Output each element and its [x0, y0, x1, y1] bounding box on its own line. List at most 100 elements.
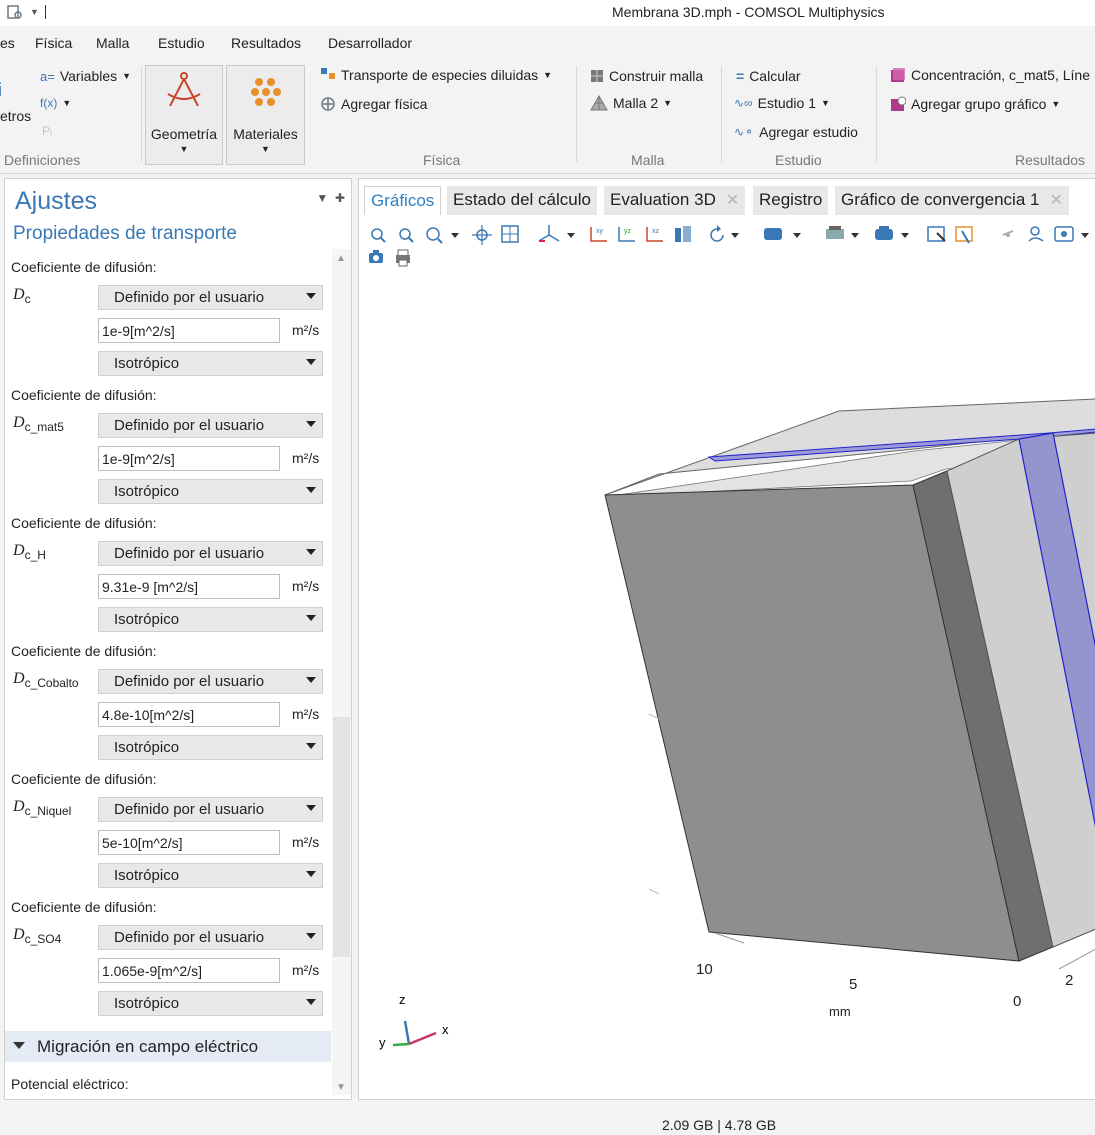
diffusion-value-input[interactable]: 1e-9[m^2/s] — [98, 446, 280, 471]
add-study-button[interactable]: ∿⚬ Agregar estudio — [734, 124, 858, 140]
scene-light-icon[interactable] — [826, 226, 859, 239]
diffusion-mode-select[interactable]: Definido por el usuario — [98, 285, 323, 310]
concentration-plot-button[interactable]: Concentración, c_mat5, Líne — [890, 67, 1090, 83]
parameters-button[interactable]: etros — [0, 108, 31, 124]
functions-button[interactable]: f(x) ▼ — [40, 96, 71, 110]
hide-icon[interactable] — [1002, 230, 1014, 237]
mesh-icon — [590, 95, 608, 111]
select-deselect-icon[interactable] — [955, 226, 973, 244]
menu-item-fisica[interactable]: Física — [35, 30, 72, 56]
materials-button[interactable]: Materiales ▼ — [226, 65, 305, 165]
zoom-box-icon[interactable] — [426, 227, 459, 244]
menu-bar: es Física Malla Estudio Resultados Desar… — [0, 30, 1095, 58]
x-axis — [408, 1031, 437, 1046]
y-label: y — [379, 1035, 386, 1050]
close-icon[interactable]: ✕ — [726, 192, 739, 209]
print-icon[interactable] — [396, 249, 410, 267]
reset-view-icon[interactable] — [710, 225, 739, 242]
chevron-down-icon: ▼ — [261, 144, 270, 154]
go-to-view-icon[interactable] — [764, 228, 801, 240]
show-hide-icon[interactable] — [1028, 226, 1044, 242]
scrollbar-thumb[interactable] — [333, 717, 350, 957]
study-1-button[interactable]: ∿∞ Estudio 1 ▼ — [734, 95, 830, 111]
view-yz-icon[interactable]: yz — [618, 227, 635, 242]
menu-item-resultados[interactable]: Resultados — [231, 30, 301, 56]
view-zx-icon[interactable]: xz — [646, 227, 663, 242]
view-xy-icon[interactable]: xy — [590, 227, 607, 242]
anisotropy-select[interactable]: Isotrópico — [98, 863, 323, 888]
diffusion-value-input[interactable]: 9.31e-9 [m^2/s] — [98, 574, 280, 599]
tab-graficos[interactable]: Gráficos — [364, 186, 442, 215]
menu-item-malla[interactable]: Malla — [96, 30, 129, 56]
zoom-selection-icon[interactable] — [501, 225, 519, 243]
view-axes-icon[interactable] — [538, 225, 575, 242]
parameters-icon[interactable]: i — [0, 80, 2, 101]
close-icon[interactable]: ✕ — [1049, 192, 1062, 209]
anisotropy-select[interactable]: Isotrópico — [98, 607, 323, 632]
functions-icon: f(x) — [40, 96, 58, 110]
build-mesh-button[interactable]: Construir malla — [590, 68, 703, 84]
render-icon[interactable] — [875, 226, 909, 240]
panel-menu-icon[interactable]: ▼ — [316, 191, 328, 205]
panel-title: Ajustes — [15, 187, 97, 215]
diffusion-mode-select[interactable]: Definido por el usuario — [98, 925, 323, 950]
zoom-out-icon[interactable] — [399, 228, 414, 243]
variables-button[interactable]: a= Variables ▼ — [40, 68, 131, 84]
panel-scrollbar[interactable]: ▲ ▼ — [332, 249, 351, 1095]
diffusion-mode-select[interactable]: Definido por el usuario — [98, 797, 323, 822]
menu-item-partial[interactable]: es — [0, 30, 15, 56]
parameter-case-icon[interactable]: Pᵢ — [42, 124, 52, 138]
geometry-button[interactable]: Geometría ▼ — [145, 65, 223, 165]
anisotropy-select[interactable]: Isotrópico — [98, 351, 323, 376]
mesh-2-button[interactable]: Malla 2 ▼ — [590, 95, 672, 111]
coef-label: Coeficiente de difusión: — [11, 259, 157, 275]
chevron-down-icon — [306, 743, 316, 749]
group-label-mesh: Malla — [631, 152, 665, 168]
chevron-down-icon: ▼ — [179, 144, 189, 154]
3d-model-canvas[interactable]: 10 5 0 2 mm z x y — [359, 269, 1095, 1099]
add-physics-button[interactable]: Agregar física — [320, 96, 427, 112]
collapse-icon[interactable] — [13, 1042, 25, 1049]
diffusion-value-input[interactable]: 1.065e-9[m^2/s] — [98, 958, 280, 983]
chevron-down-icon — [306, 359, 316, 365]
view-options-icon[interactable] — [1054, 226, 1089, 242]
pin-icon[interactable]: ✚ — [335, 191, 345, 205]
menu-item-desarrollador[interactable]: Desarrollador — [328, 30, 412, 56]
group-label-physics: Física — [423, 152, 461, 168]
camera-icon[interactable] — [369, 250, 383, 263]
graphics-tabs: Gráficos Estado del cálculo Evaluation 3… — [359, 183, 1095, 216]
zoom-extents-icon[interactable] — [472, 225, 492, 245]
compute-button[interactable]: = Calcular — [736, 68, 801, 84]
tab-convergencia[interactable]: Gráfico de convergencia 1 ✕ — [835, 186, 1069, 215]
scroll-up-icon[interactable]: ▲ — [336, 253, 346, 264]
diffusion-value-input[interactable]: 4.8e-10[m^2/s] — [98, 702, 280, 727]
diffusion-value-input[interactable]: 1e-9[m^2/s] — [98, 318, 280, 343]
3d-viewport[interactable]: 10 5 0 2 mm z x y — [359, 269, 1095, 1099]
diffusion-value-input[interactable]: 5e-10[m^2/s] — [98, 830, 280, 855]
settings-panel: Ajustes ▼ ✚ Propiedades de transporte ▲ … — [4, 178, 352, 1100]
tab-registro[interactable]: Registro — [753, 186, 829, 215]
axis-tick — [648, 713, 660, 895]
anisotropy-select[interactable]: Isotrópico — [98, 479, 323, 504]
anisotropy-select[interactable]: Isotrópico — [98, 735, 323, 760]
tab-evaluation-3d[interactable]: Evaluation 3D ✕ — [604, 186, 746, 215]
quick-access-dropdown-icon[interactable]: ▼ — [30, 7, 39, 17]
transparency-icon[interactable] — [675, 226, 691, 242]
select-box-icon[interactable] — [927, 226, 946, 242]
section-header-migration[interactable]: Migración en campo eléctrico — [5, 1031, 331, 1062]
diffusion-symbol: Dc_Cobalto — [13, 670, 79, 691]
menu-item-estudio[interactable]: Estudio — [158, 30, 205, 56]
tab-estado-calculo[interactable]: Estado del cálculo — [447, 186, 597, 215]
panel-controls[interactable]: ▼ ✚ — [316, 191, 345, 205]
diffusion-mode-select[interactable]: Definido por el usuario — [98, 669, 323, 694]
quick-access-icon[interactable] — [6, 4, 24, 20]
zoom-in-icon[interactable] — [371, 228, 386, 243]
scroll-down-icon[interactable]: ▼ — [336, 1082, 346, 1093]
chevron-down-icon: ▼ — [1051, 99, 1061, 109]
quick-access-toolbar[interactable]: ▼ — [6, 4, 46, 20]
anisotropy-select[interactable]: Isotrópico — [98, 991, 323, 1016]
transport-physics-button[interactable]: Transporte de especies diluidas ▼ — [320, 67, 552, 83]
diffusion-mode-select[interactable]: Definido por el usuario — [98, 541, 323, 566]
diffusion-mode-select[interactable]: Definido por el usuario — [98, 413, 323, 438]
add-plot-group-button[interactable]: Agregar grupo gráfico ▼ — [890, 96, 1060, 112]
